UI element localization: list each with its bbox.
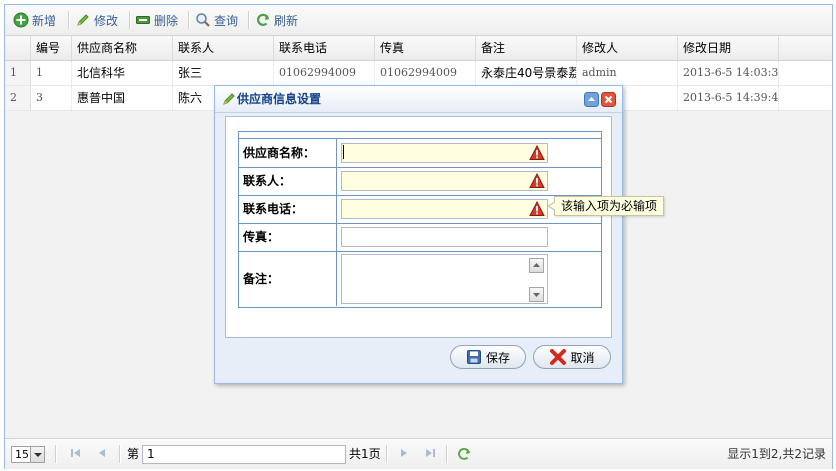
page-prefix: 第 <box>127 447 140 461</box>
page-total: 共1页 <box>349 447 381 461</box>
chevron-down-icon[interactable] <box>30 447 44 462</box>
refresh-button[interactable]: 刷新 <box>255 10 298 30</box>
pager-separator <box>386 445 388 463</box>
column-header-date[interactable]: 修改日期 <box>678 36 779 60</box>
record-info: 显示1到2,共2记录 <box>727 447 826 461</box>
name-label: 供应商名称： <box>239 139 337 167</box>
save-button-label: 保存 <box>485 350 510 365</box>
pencil-icon <box>221 91 237 107</box>
column-header-phone[interactable]: 联系电话 <box>274 36 375 60</box>
contact-label: 联系人： <box>239 168 337 195</box>
dialog-titlebar[interactable]: 供应商信息设置 <box>215 86 622 113</box>
column-header-remark[interactable]: 备注 <box>476 36 577 60</box>
form-row-contact: 联系人： <box>239 168 601 196</box>
supplier-name-input[interactable] <box>341 143 548 163</box>
close-button[interactable] <box>601 92 616 107</box>
column-header-contact[interactable]: 联系人 <box>173 36 274 60</box>
textarea-scrollbar[interactable] <box>529 258 544 302</box>
delete-button-label: 删除 <box>154 13 179 28</box>
form-table: 供应商名称： 联系人： 联系电话： 传真： 备注： <box>238 131 602 308</box>
grid-header: 编号 供应商名称 联系人 联系电话 传真 备注 修改人 修改日期 <box>5 36 832 61</box>
cell-contact: 张三 <box>173 61 274 85</box>
pagination-bar: 15 第 1 共1页 显示1到2,共2记录 <box>5 438 832 469</box>
cell-name: 惠普中国 <box>72 86 173 110</box>
cancel-button-label: 取消 <box>570 350 595 365</box>
next-page-icon[interactable] <box>397 447 411 461</box>
warning-icon <box>529 172 545 189</box>
pager-separator <box>119 445 121 463</box>
table-row[interactable]: 1 1 北信科华 张三 01062994009 01062994009 永泰庄4… <box>5 61 832 86</box>
fax-label: 传真： <box>239 224 337 251</box>
cell-remark: 永泰庄40号景泰荔 <box>476 61 577 85</box>
form-row-remark: 备注： <box>239 252 601 307</box>
page-size-select[interactable]: 15 <box>11 446 45 463</box>
form-row-fax: 传真： <box>239 224 601 252</box>
cell-name: 北信科华 <box>72 61 173 85</box>
row-number-header <box>5 36 31 60</box>
prev-page-icon[interactable] <box>95 447 109 461</box>
cell-phone: 01062994009 <box>274 61 375 85</box>
add-button[interactable]: 新增 <box>13 10 56 30</box>
validation-tooltip: 该输入项为必输项 <box>546 196 665 216</box>
phone-label: 联系电话： <box>239 196 337 223</box>
cell-id: 1 <box>31 61 72 85</box>
cell-date: 2013-6-5 14:39:45 <box>678 86 779 110</box>
fax-input[interactable] <box>341 227 548 247</box>
add-icon <box>13 12 29 28</box>
add-button-label: 新增 <box>32 13 57 28</box>
toolbar-separator <box>248 11 250 29</box>
save-button[interactable]: 保存 <box>450 345 526 369</box>
query-button-label: 查询 <box>214 13 239 28</box>
close-icon <box>601 92 616 107</box>
first-page-icon[interactable] <box>69 447 83 461</box>
toolbar-separator <box>129 11 131 29</box>
edit-button-label: 修改 <box>94 13 119 28</box>
cell-id: 3 <box>31 86 72 110</box>
column-header-name[interactable]: 供应商名称 <box>72 36 173 60</box>
page-number-input[interactable]: 1 <box>142 445 346 464</box>
scroll-down-button[interactable] <box>529 287 544 302</box>
form-row-name: 供应商名称： <box>239 139 601 168</box>
pager-separator <box>446 445 448 463</box>
cell-fax: 01062994009 <box>375 61 476 85</box>
collapse-button[interactable] <box>584 92 599 107</box>
supplier-dialog: 供应商信息设置 供应商名称： 联系人： 联系电话： 传真： 备注： 保存 取消 <box>214 85 623 384</box>
dialog-form-panel: 供应商名称： 联系人： 联系电话： 传真： 备注： <box>225 116 612 338</box>
cancel-icon <box>550 349 567 365</box>
cell-modifier: admin <box>577 61 678 85</box>
page-size-value: 15 <box>15 448 29 461</box>
row-number: 2 <box>5 86 31 110</box>
last-page-icon[interactable] <box>423 447 437 461</box>
cancel-button[interactable]: 取消 <box>533 345 611 369</box>
refresh-icon <box>255 12 271 28</box>
column-header-id[interactable]: 编号 <box>31 36 72 60</box>
query-button[interactable]: 查询 <box>195 10 238 30</box>
text-caret <box>343 145 344 159</box>
dialog-title: 供应商信息设置 <box>237 92 322 106</box>
toolbar: 新增 修改 删除 查询 刷新 <box>5 5 832 36</box>
pager-separator <box>55 445 57 463</box>
scroll-up-button[interactable] <box>529 258 544 273</box>
refresh-button-label: 刷新 <box>274 13 299 28</box>
remark-label: 备注： <box>239 252 337 306</box>
refresh-icon[interactable] <box>456 446 472 462</box>
edit-button[interactable]: 修改 <box>75 10 118 30</box>
warning-icon <box>529 144 545 161</box>
contact-input[interactable] <box>341 171 548 191</box>
save-icon <box>466 350 481 364</box>
warning-icon <box>529 200 545 217</box>
column-header-fax[interactable]: 传真 <box>375 36 476 60</box>
delete-button[interactable]: 删除 <box>135 10 178 30</box>
toolbar-separator <box>188 11 190 29</box>
phone-input[interactable] <box>341 199 548 219</box>
remark-textarea[interactable] <box>341 254 548 304</box>
pencil-icon <box>75 12 91 28</box>
form-spacer-row <box>239 132 601 139</box>
search-icon <box>195 12 211 28</box>
row-number: 1 <box>5 61 31 85</box>
column-header-modifier[interactable]: 修改人 <box>577 36 678 60</box>
cell-date: 2013-6-5 14:03:35 <box>678 61 779 85</box>
toolbar-separator <box>68 11 70 29</box>
delete-icon <box>135 12 151 28</box>
